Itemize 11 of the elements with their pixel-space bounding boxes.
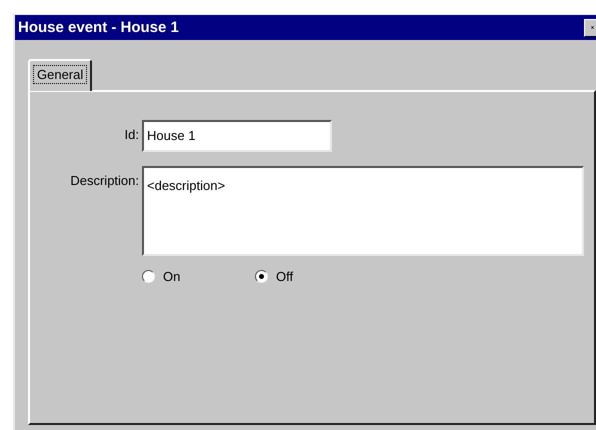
field-label: Id: (124, 126, 140, 142)
text-field[interactable]: House 1 (142, 120, 332, 152)
radio-option[interactable]: Off (255, 269, 368, 284)
radio-button[interactable] (142, 270, 155, 283)
close-button[interactable] (584, 18, 596, 36)
text-area[interactable]: <description> (142, 166, 584, 256)
field-label: Description: (69, 172, 140, 188)
radio-option[interactable]: On (142, 269, 255, 284)
window-title: House event - House 1 (18, 19, 180, 36)
tab[interactable]: General (28, 59, 92, 91)
radio-button[interactable] (255, 270, 268, 283)
